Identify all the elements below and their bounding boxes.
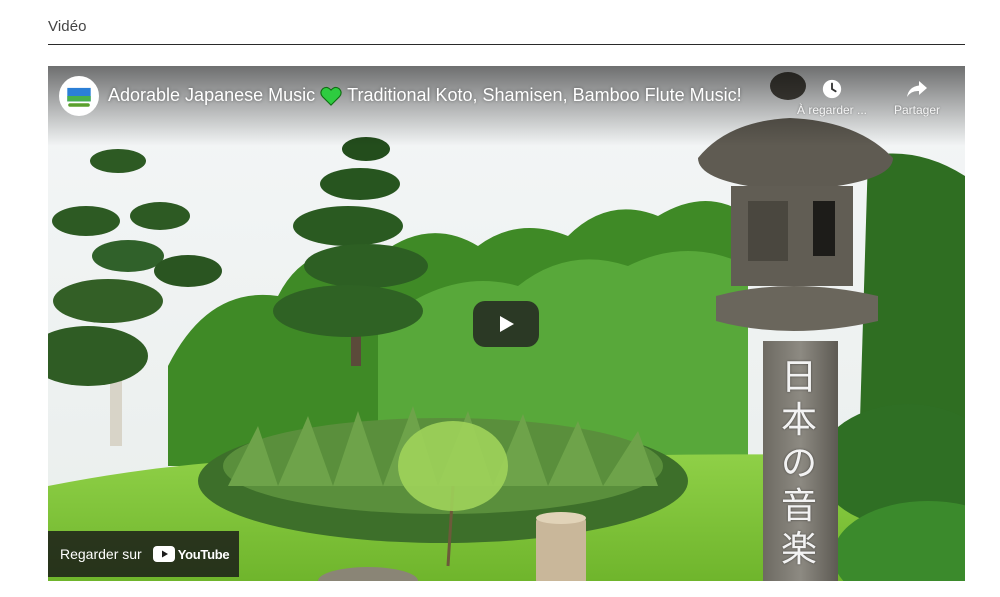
play-button[interactable] (473, 301, 539, 347)
pillar-char: 日 (781, 357, 818, 398)
pillar-char: 本 (781, 400, 818, 441)
video-title-part1: Adorable Japanese Music (108, 85, 316, 105)
pillar-char: 楽 (781, 529, 818, 570)
section-divider (48, 44, 965, 45)
youtube-logo: YouTube (152, 546, 230, 562)
pillar-char: 音 (781, 486, 818, 527)
channel-avatar[interactable] (59, 76, 99, 116)
video-title-part2: Traditional Koto, Shamisen, Bamboo Flute… (347, 85, 742, 105)
watch-on-label: Regarder sur (60, 546, 142, 562)
clock-icon (822, 79, 842, 99)
green-heart-icon (320, 86, 342, 106)
pillar-char: の (781, 443, 818, 484)
channel-avatar-image (61, 78, 97, 114)
youtube-wordmark: YouTube (177, 546, 230, 562)
watch-later-label: À regarder ... (796, 103, 868, 117)
play-icon (500, 316, 514, 332)
share-arrow-icon (907, 81, 927, 97)
video-title-link[interactable]: Adorable Japanese Music Traditional Koto… (108, 85, 742, 106)
watch-later-button[interactable]: À regarder ... (792, 78, 872, 117)
video-player[interactable]: Adorable Japanese Music Traditional Koto… (48, 66, 965, 581)
section-title: Vidéo (48, 18, 87, 35)
watch-on-youtube-button[interactable]: Regarder sur YouTube (48, 531, 239, 577)
lantern-pillar-text: 日 本 の 音 楽 (781, 356, 817, 571)
youtube-logo-icon (152, 546, 175, 562)
share-label: Partager (893, 103, 941, 117)
share-button[interactable]: Partager (877, 78, 957, 117)
